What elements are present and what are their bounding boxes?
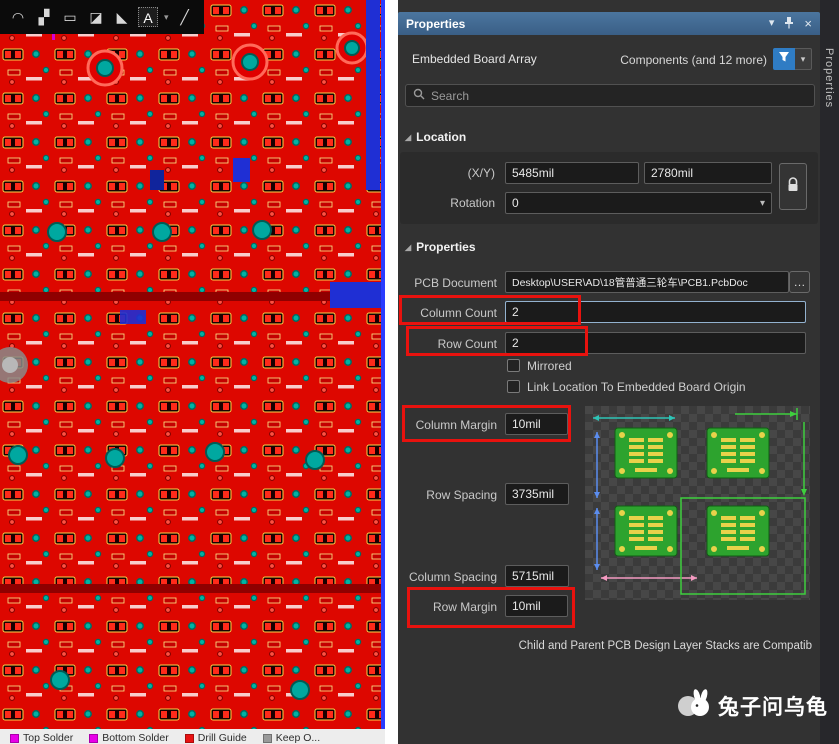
watermark: 兔子问乌龟 — [676, 688, 828, 723]
arc-tool-icon[interactable]: ◠ — [8, 7, 28, 27]
panel-title: Properties — [406, 16, 466, 31]
layer-color-swatch — [262, 733, 272, 743]
pcb-toolbar: ◠ ▞ ▭ ◪ ◣ A ▾ ╱ — [0, 0, 204, 34]
row-spacing-label: Row Spacing — [426, 488, 497, 502]
panel-docking-strip: Properties — [820, 0, 839, 744]
row-margin-label: Row Margin — [432, 600, 497, 614]
mirrored-label: Mirrored — [527, 359, 572, 373]
pcb-document-field[interactable] — [505, 271, 789, 293]
rotation-dropdown[interactable]: 0 ▾ — [505, 192, 772, 214]
section-collapse-icon: ◢ — [405, 243, 412, 252]
row-count-label: Row Count — [437, 337, 497, 351]
row-spacing-field[interactable] — [505, 483, 569, 505]
section-title: Properties — [416, 240, 476, 254]
layer-tab-bar: Top Solder Bottom Solder Drill Guide Kee… — [0, 729, 385, 744]
layer-tab-label: Keep O... — [275, 732, 321, 744]
lock-button[interactable] — [779, 163, 807, 210]
polygon-pour-icon[interactable]: ◪ — [86, 7, 106, 27]
column-count-field[interactable] — [505, 301, 806, 323]
lock-icon — [786, 176, 800, 198]
board-array-preview — [585, 406, 810, 600]
layer-tab-label: Drill Guide — [197, 732, 247, 744]
xy-label: (X/Y) — [467, 166, 495, 180]
ellipsis-icon: … — [793, 275, 806, 289]
funnel-icon — [778, 50, 790, 68]
chevron-down-icon: ▾ — [800, 53, 806, 64]
column-spacing-label: Column Spacing — [408, 570, 497, 584]
filter-dropdown-button[interactable]: ▾ — [795, 48, 812, 70]
search-box[interactable] — [405, 84, 815, 107]
filter-button[interactable] — [773, 48, 795, 70]
section-title: Location — [416, 130, 467, 144]
row-count-field[interactable] — [505, 332, 806, 354]
pcb-artwork — [0, 0, 385, 729]
column-margin-label: Column Margin — [415, 418, 497, 432]
fill-tool-icon[interactable]: ▭ — [60, 7, 80, 27]
panel-background — [398, 0, 839, 744]
column-count-label: Column Count — [420, 306, 497, 320]
section-collapse-icon: ◢ — [405, 133, 412, 142]
layer-color-swatch — [89, 733, 99, 743]
layer-color-swatch — [184, 733, 194, 743]
column-spacing-field[interactable] — [505, 565, 569, 587]
link-location-label: Link Location To Embedded Board Origin — [527, 380, 746, 394]
mirrored-checkbox[interactable] — [507, 359, 520, 372]
chevron-down-icon: ▾ — [759, 197, 765, 209]
pcb-document-label: PCB Document — [414, 276, 497, 290]
browse-document-button[interactable]: … — [789, 271, 810, 293]
string-tool-icon[interactable]: A — [138, 7, 158, 27]
image-gap — [385, 0, 398, 744]
search-input[interactable] — [431, 88, 807, 103]
y-coordinate-field[interactable] — [644, 162, 772, 184]
app-window: ◠ ▞ ▭ ◪ ◣ A ▾ ╱ Top Solder Bottom Solder… — [0, 0, 839, 744]
toolbar-dropdown-caret-icon[interactable]: ▾ — [164, 12, 169, 23]
column-margin-field[interactable] — [505, 413, 568, 435]
rotation-value: 0 — [512, 196, 519, 210]
scope-label[interactable]: Components (and 12 more) — [555, 53, 767, 67]
line-tool-icon[interactable]: ╱ — [175, 7, 195, 27]
route-tool-icon[interactable]: ▞ — [34, 7, 54, 27]
pin-icon[interactable] — [784, 16, 794, 32]
x-coordinate-field[interactable] — [505, 162, 639, 184]
layer-tab-label: Top Solder — [23, 732, 74, 744]
properties-section-header[interactable]: ◢ Properties — [405, 240, 476, 254]
layer-stack-status-note: Child and Parent PCB Design Layer Stacks… — [518, 640, 812, 652]
close-icon[interactable]: × — [804, 17, 812, 30]
layer-tab-top-solder[interactable]: Top Solder — [10, 732, 73, 744]
properties-panel-header[interactable]: Properties ▾ × — [398, 12, 820, 35]
properties-side-tab[interactable]: Properties — [823, 48, 835, 108]
location-section-header[interactable]: ◢ Location — [405, 130, 466, 144]
object-type-label: Embedded Board Array — [412, 52, 537, 66]
row-margin-field[interactable] — [505, 595, 568, 617]
layer-tab-bottom-solder[interactable]: Bottom Solder — [89, 732, 169, 744]
rotation-label: Rotation — [450, 196, 495, 210]
watermark-text: 兔子问乌龟 — [718, 695, 828, 719]
layer-color-swatch — [10, 733, 19, 743]
layer-tab-drill-guide[interactable]: Drill Guide — [184, 732, 247, 744]
layer-tab-label: Bottom Solder — [102, 732, 169, 744]
search-icon — [413, 87, 425, 105]
link-location-checkbox[interactable] — [507, 380, 520, 393]
rabbit-logo-icon — [676, 688, 712, 723]
layer-tab-keepout[interactable]: Keep O... — [262, 732, 321, 744]
panel-menu-chevron-icon[interactable]: ▾ — [769, 18, 775, 29]
slice-tool-icon[interactable]: ◣ — [112, 7, 132, 27]
pcb-canvas[interactable]: ◠ ▞ ▭ ◪ ◣ A ▾ ╱ — [0, 0, 385, 729]
